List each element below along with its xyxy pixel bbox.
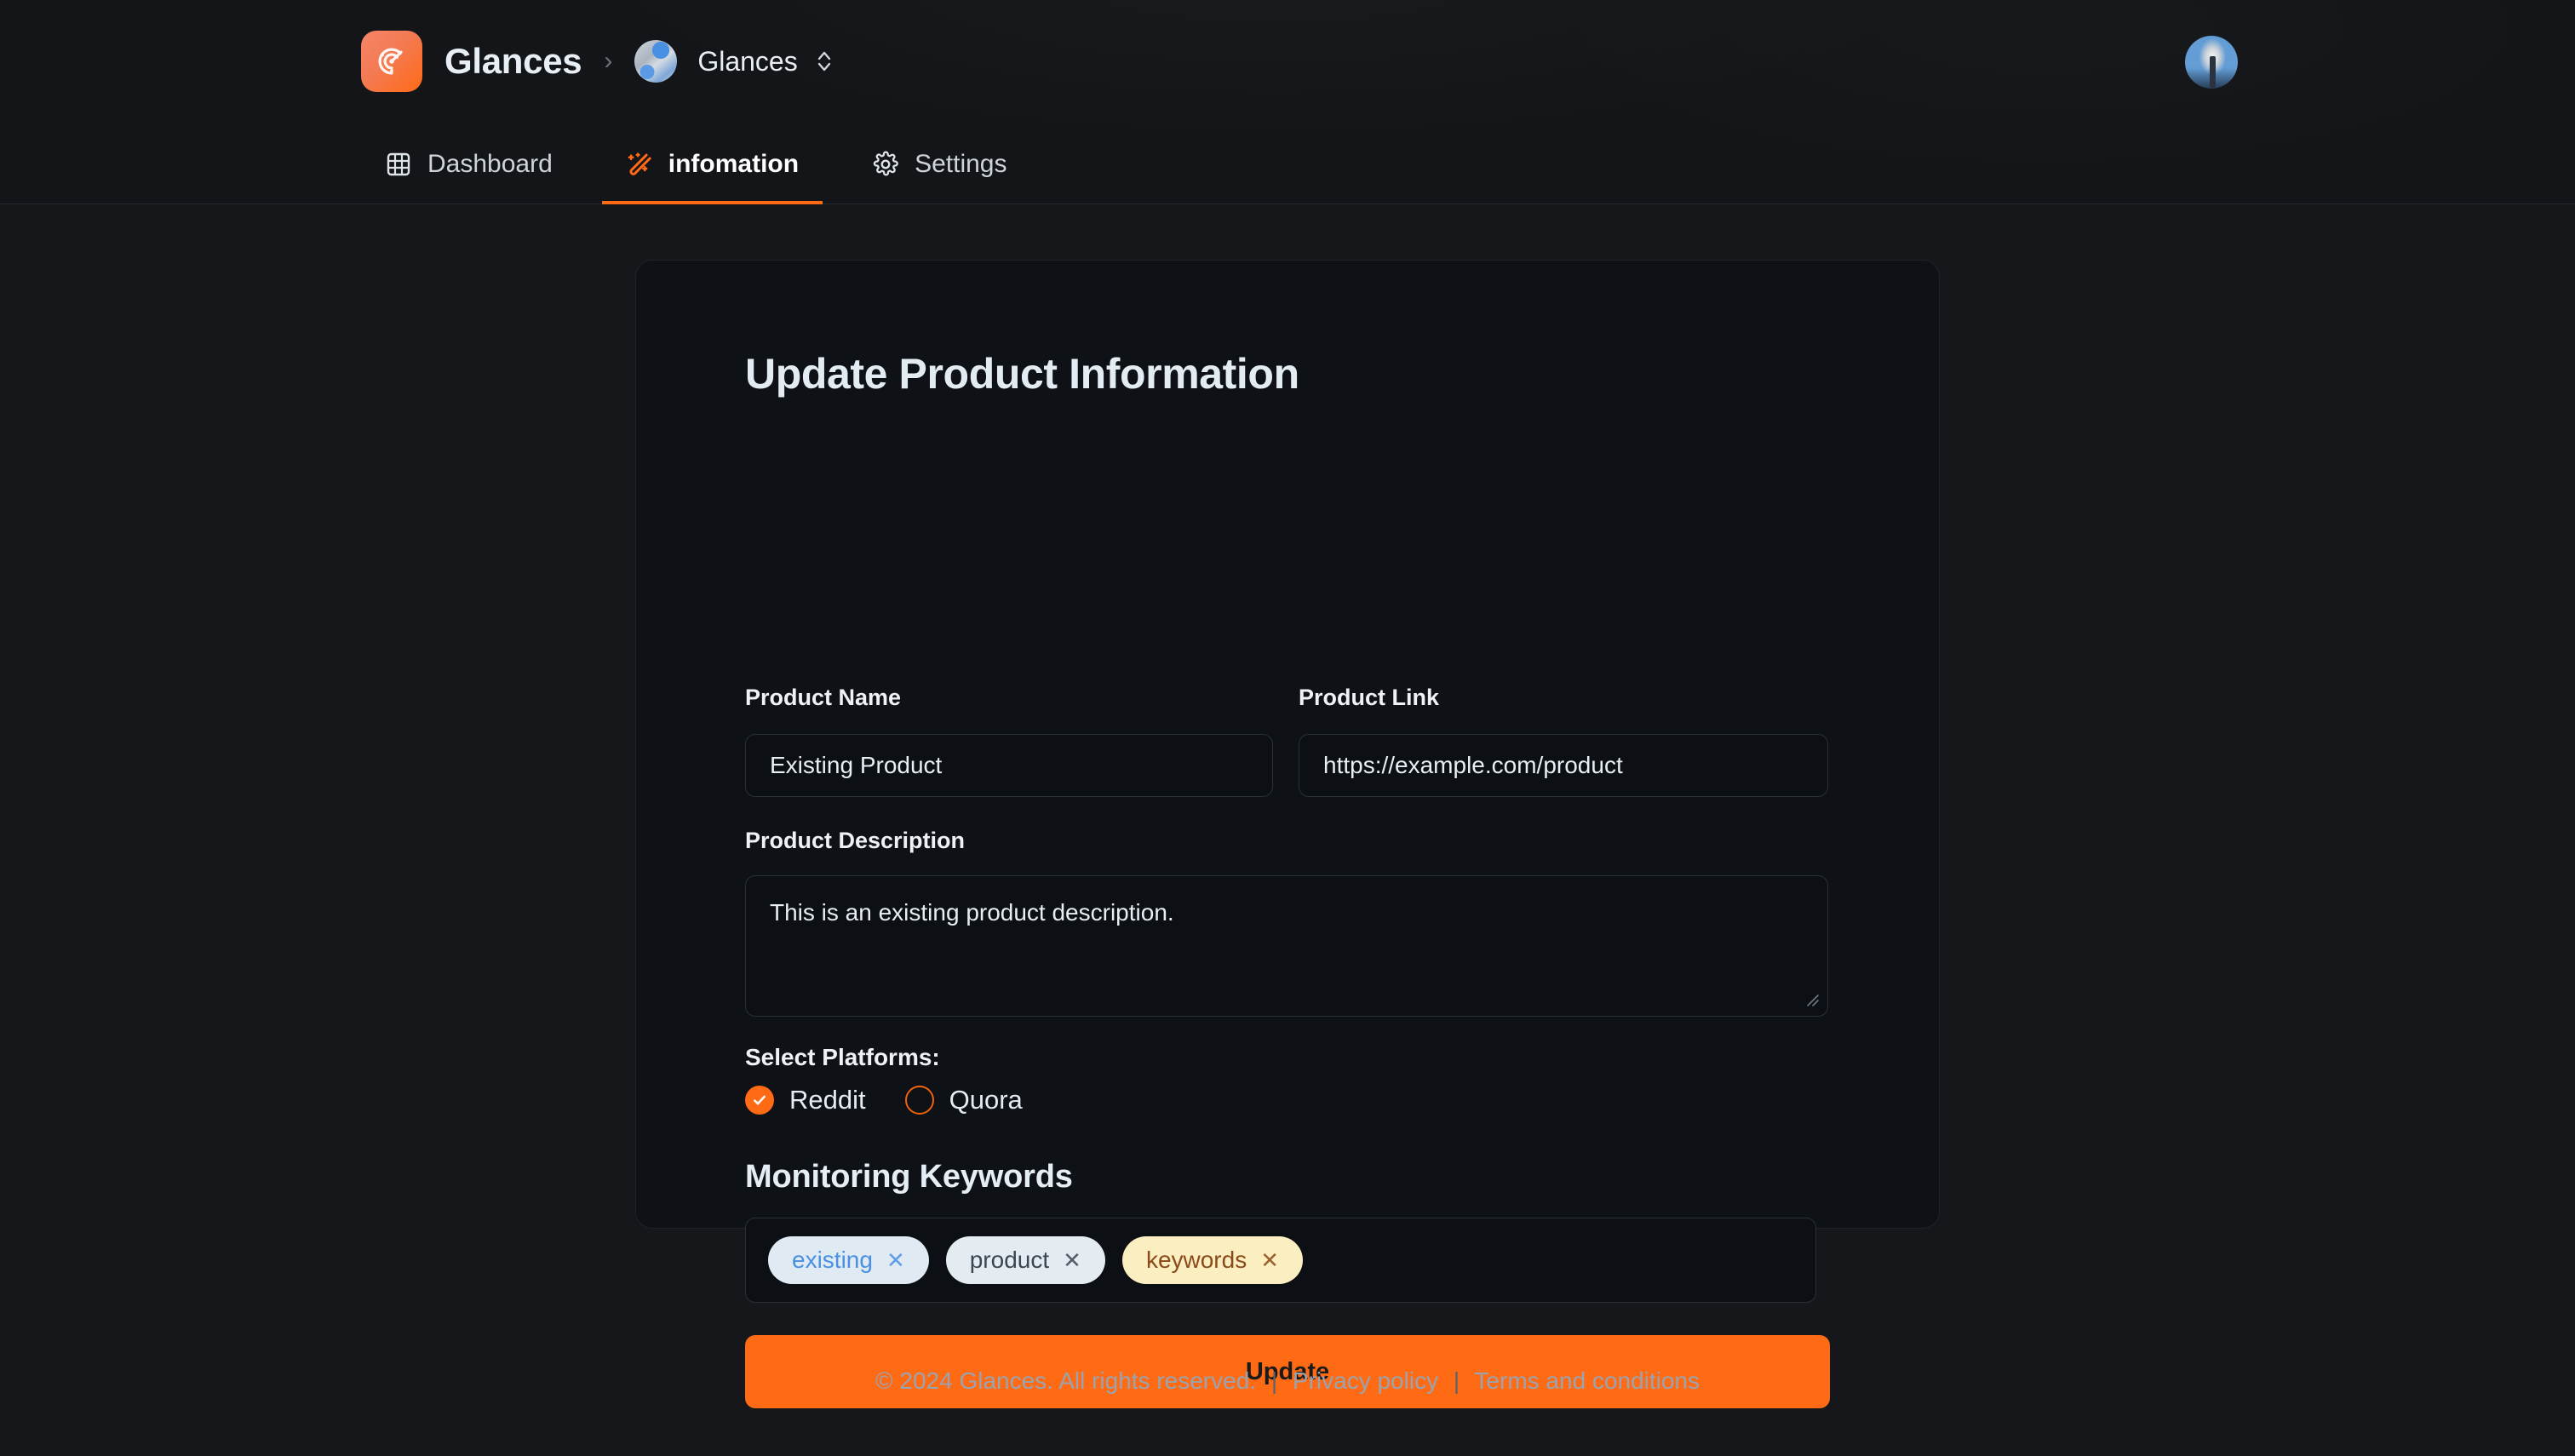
- checkbox-unchecked-icon[interactable]: [904, 1086, 934, 1115]
- footer-separator: |: [1270, 1367, 1278, 1394]
- user-avatar[interactable]: [2185, 36, 2238, 89]
- keyword-chip[interactable]: existing ✕: [768, 1236, 929, 1284]
- platform-option-reddit[interactable]: Reddit: [745, 1085, 866, 1115]
- footer-separator: |: [1453, 1367, 1460, 1394]
- radar-target-icon: [372, 42, 411, 81]
- magic-wand-icon: [626, 151, 653, 178]
- close-x-icon[interactable]: ✕: [1063, 1247, 1081, 1274]
- close-x-icon[interactable]: ✕: [886, 1247, 905, 1274]
- close-x-icon[interactable]: ✕: [1260, 1247, 1279, 1274]
- keyword-chip-label: product: [969, 1247, 1050, 1273]
- product-link-label: Product Link: [1299, 685, 1440, 710]
- breadcrumb-separator: ›: [604, 47, 613, 75]
- product-description-textarea[interactable]: [745, 875, 1828, 1017]
- platform-quora-label: Quora: [949, 1085, 1023, 1115]
- privacy-policy-link[interactable]: Privacy policy: [1293, 1367, 1438, 1394]
- page-title: Update Product Information: [745, 350, 1299, 398]
- workspace-avatar: [634, 40, 678, 83]
- keyword-chip[interactable]: keywords ✕: [1121, 1236, 1303, 1284]
- gear-icon: [872, 151, 899, 178]
- product-name-label: Product Name: [745, 685, 902, 710]
- keyword-chip-label: existing: [792, 1247, 873, 1273]
- checkbox-checked-icon[interactable]: [745, 1086, 774, 1115]
- tab-dashboard-label: Dashboard: [427, 150, 553, 178]
- tab-infomation-label: infomation: [668, 150, 800, 178]
- product-name-input[interactable]: [745, 734, 1273, 797]
- tab-dashboard[interactable]: Dashboard: [361, 128, 576, 204]
- select-platforms-label: Select Platforms:: [745, 1044, 940, 1070]
- footer-copyright: © 2024 Glances. All rights reserved.: [875, 1367, 1257, 1394]
- breadcrumb: Glances › Glances: [361, 31, 834, 92]
- app-logo[interactable]: [361, 31, 422, 92]
- page-footer: © 2024 Glances. All rights reserved. | P…: [0, 1367, 2575, 1395]
- platform-options: Reddit Quora: [745, 1085, 1023, 1115]
- monitoring-keywords-title: Monitoring Keywords: [745, 1159, 1073, 1195]
- platform-option-quora[interactable]: Quora: [904, 1085, 1023, 1115]
- keyword-chip[interactable]: product ✕: [945, 1236, 1105, 1284]
- chevron-up-down-icon[interactable]: [815, 48, 834, 75]
- product-link-input[interactable]: [1299, 734, 1828, 797]
- workspace-name: Glances: [697, 45, 798, 77]
- tab-settings[interactable]: Settings: [848, 128, 1030, 204]
- update-product-card: Update Product Information Product Name …: [635, 260, 1940, 1408]
- grid-icon: [385, 151, 412, 178]
- keyword-chip-label: keywords: [1145, 1247, 1247, 1273]
- app-header: Glances › Glances Dashboard infomation S…: [0, 0, 2575, 204]
- terms-conditions-link[interactable]: Terms and conditions: [1474, 1367, 1700, 1394]
- tab-settings-label: Settings: [915, 150, 1007, 178]
- platform-reddit-label: Reddit: [789, 1085, 866, 1115]
- keywords-input-box[interactable]: existing ✕ product ✕ keywords ✕: [745, 1218, 1816, 1303]
- main-tabs: Dashboard infomation Settings: [361, 128, 1030, 204]
- product-description-label: Product Description: [745, 828, 966, 853]
- brand-name: Glances: [444, 41, 582, 81]
- tab-infomation[interactable]: infomation: [601, 128, 823, 204]
